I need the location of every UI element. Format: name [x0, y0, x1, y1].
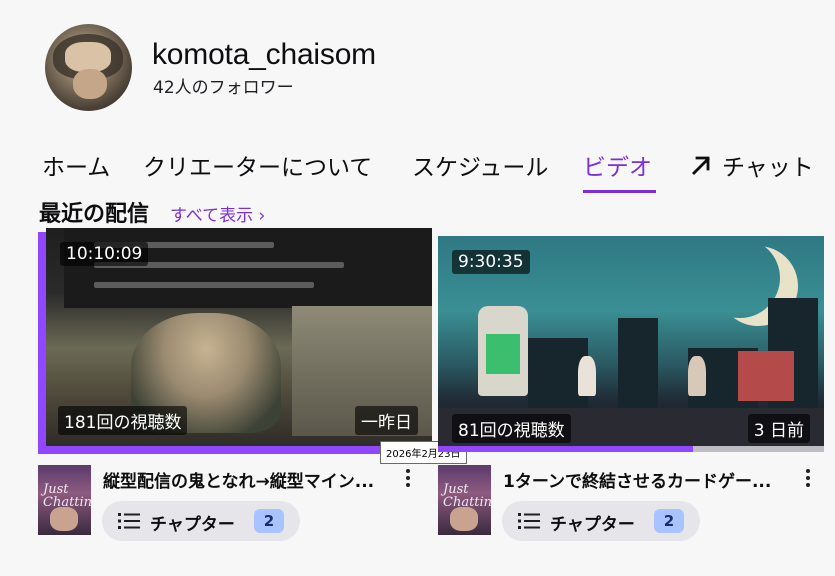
tab-chat-label: チャット	[722, 155, 814, 181]
video-title[interactable]: 1ターンで終結させるカードゲー...	[503, 467, 795, 492]
tab-schedule[interactable]: スケジュール	[412, 148, 548, 182]
video-duration: 10:10:09	[60, 242, 149, 266]
tab-chat[interactable]: チャット	[688, 148, 814, 182]
video-age: 一昨日	[355, 406, 418, 435]
video-title[interactable]: 縦型配信の鬼となれ→縦型マイン...	[103, 467, 395, 492]
hover-accent-bottom	[38, 446, 430, 454]
list-icon	[118, 513, 140, 529]
more-options-icon[interactable]	[800, 466, 816, 490]
follower-count: 42人のフォロワー	[153, 78, 294, 98]
external-arrow-icon	[692, 156, 710, 175]
hover-accent-left	[38, 232, 46, 454]
tab-home[interactable]: ホーム	[42, 148, 110, 182]
category-cover[interactable]: JustChatting	[438, 465, 491, 535]
video-thumbnail[interactable]: 10:10:09 181回の視聴数 一昨日	[46, 228, 432, 446]
chapters-button[interactable]: チャプター 2	[102, 501, 300, 541]
active-tab-indicator	[583, 190, 656, 193]
channel-name: komota_chaisom	[152, 38, 376, 71]
chapters-label: チャプター	[550, 515, 635, 535]
more-options-icon[interactable]	[400, 466, 416, 490]
category-cover[interactable]: JustChatting	[38, 465, 91, 535]
list-icon	[518, 513, 540, 529]
chapters-count-badge: 2	[654, 509, 684, 533]
tab-videos[interactable]: ビデオ	[583, 148, 652, 182]
chapters-button[interactable]: チャプター 2	[502, 501, 700, 541]
section-title: 最近の配信	[39, 202, 150, 227]
view-count: 181回の視聴数	[58, 406, 188, 435]
video-thumbnail[interactable]: 9:30:35 81回の視聴数 3 日前	[438, 236, 824, 448]
watch-progress-bar	[438, 446, 693, 452]
video-age: 3 日前	[747, 414, 810, 443]
chapters-label: チャプター	[150, 515, 235, 535]
view-count: 81回の視聴数	[452, 414, 571, 443]
show-all-link[interactable]: すべて表示 ›	[170, 201, 265, 226]
chapters-count-badge: 2	[254, 509, 284, 533]
tab-about[interactable]: クリエーターについて	[143, 148, 372, 182]
channel-avatar[interactable]	[45, 24, 132, 111]
video-duration: 9:30:35	[452, 250, 530, 274]
